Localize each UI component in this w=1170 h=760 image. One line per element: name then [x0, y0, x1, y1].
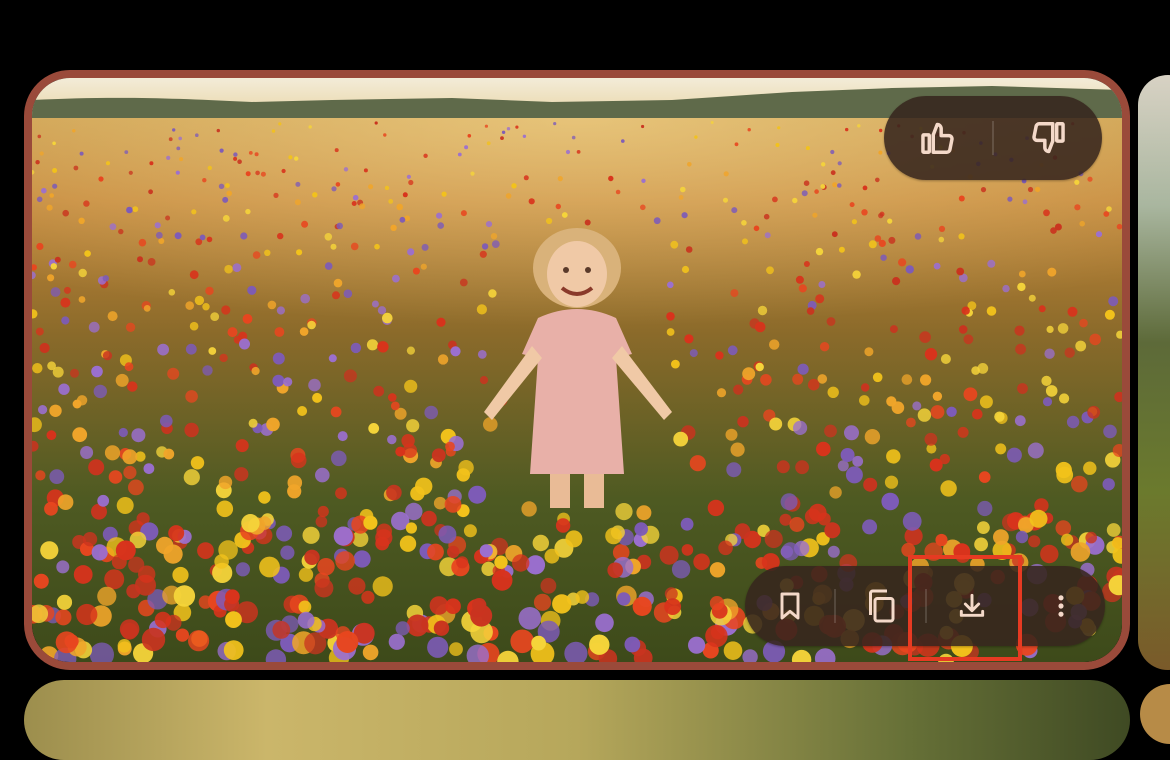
- adjacent-image-right[interactable]: [1138, 75, 1170, 670]
- download-icon: [956, 590, 988, 622]
- more-vertical-icon: [1047, 590, 1075, 622]
- thumbs-down-icon: [1029, 119, 1067, 157]
- bookmark-button[interactable]: [745, 566, 834, 646]
- bookmark-icon: [774, 590, 806, 622]
- image-action-bar: [745, 566, 1105, 646]
- like-button[interactable]: [884, 96, 992, 180]
- dislike-button[interactable]: [994, 96, 1102, 180]
- more-options-button[interactable]: [1016, 566, 1105, 646]
- next-image-preview[interactable]: [24, 680, 1130, 760]
- copy-icon: [863, 588, 899, 624]
- copy-button[interactable]: [836, 566, 925, 646]
- thumbs-up-icon: [919, 119, 957, 157]
- feedback-bar: [884, 96, 1102, 180]
- next-image-preview-right[interactable]: [1140, 684, 1170, 744]
- download-button[interactable]: [927, 566, 1016, 646]
